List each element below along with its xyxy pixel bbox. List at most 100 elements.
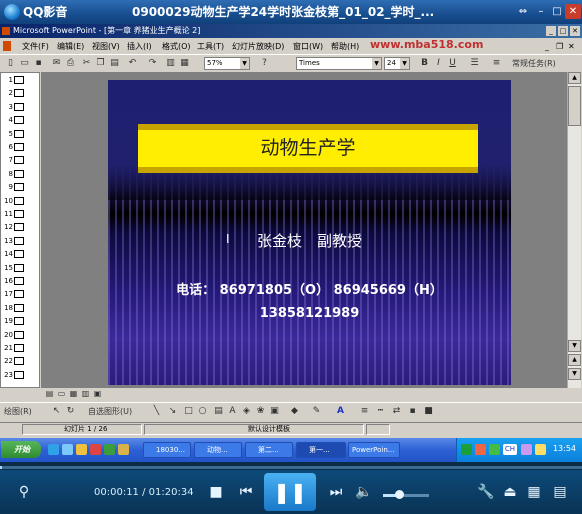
- line-color-icon[interactable]: ✎: [310, 405, 323, 418]
- volume-knob[interactable]: [395, 490, 405, 499]
- language-indicator[interactable]: CH: [503, 444, 517, 455]
- align-left-icon[interactable]: ☰: [468, 57, 481, 70]
- slide-thumbnail[interactable]: 4: [1, 115, 39, 126]
- minimize-button[interactable]: –: [533, 4, 549, 19]
- line-icon[interactable]: ╲: [150, 405, 163, 418]
- start-button[interactable]: 开始: [1, 441, 41, 458]
- autoshapes-button[interactable]: 自选图形(U): [88, 405, 144, 418]
- task-folder-1[interactable]: 18030...: [143, 442, 191, 458]
- task-folder-3[interactable]: 第二...: [245, 442, 293, 458]
- app-icon[interactable]: [90, 444, 101, 455]
- doc-restore-icon[interactable]: ❐: [556, 41, 563, 52]
- quicklaunch-icon[interactable]: [48, 444, 59, 455]
- menu-edit[interactable]: 编辑(E): [57, 41, 84, 52]
- copy-icon[interactable]: ❐: [94, 57, 107, 70]
- prev-slide-icon[interactable]: ▲: [568, 354, 581, 366]
- pin-icon[interactable]: ⇔: [515, 4, 531, 19]
- menu-icon[interactable]: ▤: [548, 480, 572, 504]
- slide-thumbnail[interactable]: 20: [1, 330, 39, 341]
- tray-icon-5[interactable]: [535, 444, 546, 455]
- speaker-icon[interactable]: 🔈: [352, 480, 376, 504]
- italic-button[interactable]: I: [432, 57, 445, 70]
- ppt-close-button[interactable]: ✕: [570, 26, 580, 36]
- menu-insert[interactable]: 插入(I): [127, 41, 152, 52]
- doc-minimize-icon[interactable]: _: [545, 41, 549, 52]
- font-color-icon[interactable]: A: [334, 405, 347, 418]
- tray-icon-4[interactable]: [521, 444, 532, 455]
- slide-thumbnail[interactable]: 12: [1, 222, 39, 233]
- vertical-scrollbar[interactable]: ▲ ▼ ▲ ▼: [567, 72, 581, 388]
- next-button[interactable]: ⏭: [324, 480, 348, 504]
- chart-icon[interactable]: ▥: [164, 57, 177, 70]
- tray-icon-1[interactable]: [461, 444, 472, 455]
- maximize-button[interactable]: □: [549, 4, 565, 19]
- slide-thumbnail[interactable]: 17: [1, 289, 39, 300]
- slide-thumbnail[interactable]: 9: [1, 182, 39, 193]
- print-icon[interactable]: ⎙: [64, 57, 77, 70]
- slide-thumbnail[interactable]: 19: [1, 316, 39, 327]
- paste-icon[interactable]: ▤: [108, 57, 121, 70]
- clipart-icon[interactable]: ❀: [254, 405, 267, 418]
- close-button[interactable]: ✕: [565, 4, 581, 19]
- ppt-title-bar[interactable]: Microsoft PowerPoint - [第一章 养猪业生产概论 2] _…: [0, 24, 582, 38]
- rectangle-icon[interactable]: □: [182, 405, 195, 418]
- fill-color-icon[interactable]: ◆: [288, 405, 301, 418]
- dash-style-icon[interactable]: ┅: [374, 405, 387, 418]
- task-folder-4[interactable]: 第一...: [296, 442, 346, 458]
- zoom-select[interactable]: 57% ▼: [204, 57, 250, 70]
- slide-author[interactable]: 张金枝 副教授: [108, 232, 511, 250]
- slide-thumbnail[interactable]: 15: [1, 263, 39, 274]
- slide-canvas[interactable]: 动物生产学 I 张金枝 副教授 电话： 86971805（O） 86945669…: [108, 80, 511, 385]
- slide-thumbnail[interactable]: 16: [1, 276, 39, 287]
- rotate-icon[interactable]: ↻: [64, 405, 77, 418]
- scroll-thumb[interactable]: [568, 86, 581, 126]
- menu-format[interactable]: 格式(O): [162, 41, 191, 52]
- select-arrow-icon[interactable]: ↖: [50, 405, 63, 418]
- previous-button[interactable]: ⏮: [234, 480, 258, 504]
- 3d-icon[interactable]: ■: [422, 405, 435, 418]
- tray-icon-2[interactable]: [475, 444, 486, 455]
- slide-thumbnail[interactable]: 3: [1, 102, 39, 113]
- ie-icon[interactable]: [62, 444, 73, 455]
- wordart-icon[interactable]: A: [226, 405, 239, 418]
- scroll-down-icon[interactable]: ▼: [568, 340, 581, 352]
- slide-thumbnail[interactable]: 8: [1, 169, 39, 180]
- folder-icon[interactable]: [76, 444, 87, 455]
- next-slide-icon[interactable]: ▼: [568, 368, 581, 380]
- menu-tools[interactable]: 工具(T): [197, 41, 224, 52]
- slide-thumbnail[interactable]: 6: [1, 142, 39, 153]
- cut-icon[interactable]: ✂: [80, 57, 93, 70]
- arrow-icon[interactable]: ↘: [166, 405, 179, 418]
- shadow-icon[interactable]: ▪: [406, 405, 419, 418]
- line-style-icon[interactable]: ≡: [358, 405, 371, 418]
- eject-icon[interactable]: ⏏: [498, 480, 522, 504]
- menu-slideshow[interactable]: 幻灯片放映(D): [232, 41, 284, 52]
- pause-button[interactable]: ❚❚: [264, 473, 316, 511]
- menu-help[interactable]: 帮助(H): [331, 41, 359, 52]
- open-icon[interactable]: ▭: [18, 57, 31, 70]
- scroll-up-icon[interactable]: ▲: [568, 72, 581, 84]
- ppt-maximize-button[interactable]: □: [558, 26, 568, 36]
- menu-view[interactable]: 视图(V): [92, 41, 120, 52]
- slide-thumbnail[interactable]: 21: [1, 343, 39, 354]
- new-icon[interactable]: ▯: [4, 57, 17, 70]
- slide-thumbnail[interactable]: 5: [1, 129, 39, 140]
- font-select[interactable]: Times ▼: [296, 57, 382, 70]
- slide-thumbnail[interactable]: 14: [1, 249, 39, 260]
- table-icon[interactable]: ▦: [178, 57, 191, 70]
- app3-icon[interactable]: [118, 444, 129, 455]
- app2-icon[interactable]: [104, 444, 115, 455]
- font-size-select[interactable]: 24 ▼: [384, 57, 410, 70]
- design-tasks-button[interactable]: 常规任务(R): [512, 57, 570, 70]
- task-folder-2[interactable]: 动物...: [194, 442, 242, 458]
- seek-bar[interactable]: [0, 466, 582, 469]
- slide-thumbnail[interactable]: 23: [1, 370, 39, 381]
- ppt-minimize-button[interactable]: _: [546, 26, 556, 36]
- slide-editing-area[interactable]: 动物生产学 I 张金枝 副教授 电话： 86971805（O） 86945669…: [41, 72, 567, 388]
- arrow-style-icon[interactable]: ⇄: [390, 405, 403, 418]
- player-title-bar[interactable]: QQ影音 0900029动物生产学24学时张金枝第_01_02_学时_... ⇔…: [0, 0, 582, 24]
- slide-thumbnail[interactable]: 2: [1, 88, 39, 99]
- diagram-icon[interactable]: ◈: [240, 405, 253, 418]
- bold-button[interactable]: B: [418, 57, 431, 70]
- tray-icon-3[interactable]: [489, 444, 500, 455]
